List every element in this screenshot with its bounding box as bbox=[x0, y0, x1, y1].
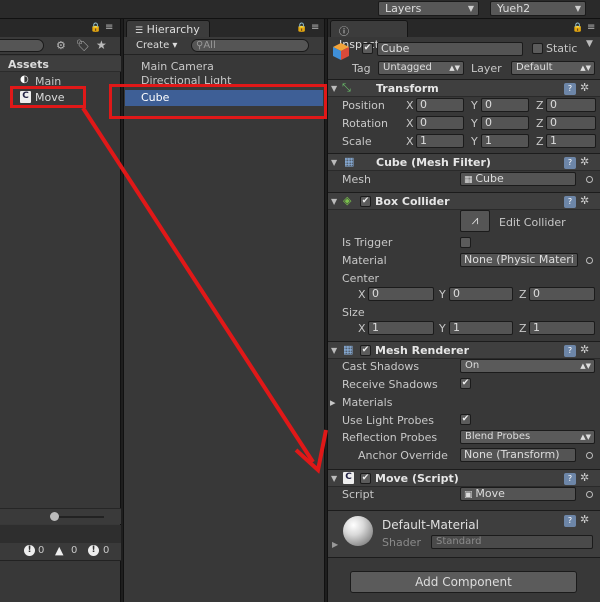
annotation-arrow bbox=[81, 106, 328, 474]
annotation-arrow-line bbox=[81, 106, 315, 464]
annotation-arrow-head bbox=[294, 429, 328, 474]
